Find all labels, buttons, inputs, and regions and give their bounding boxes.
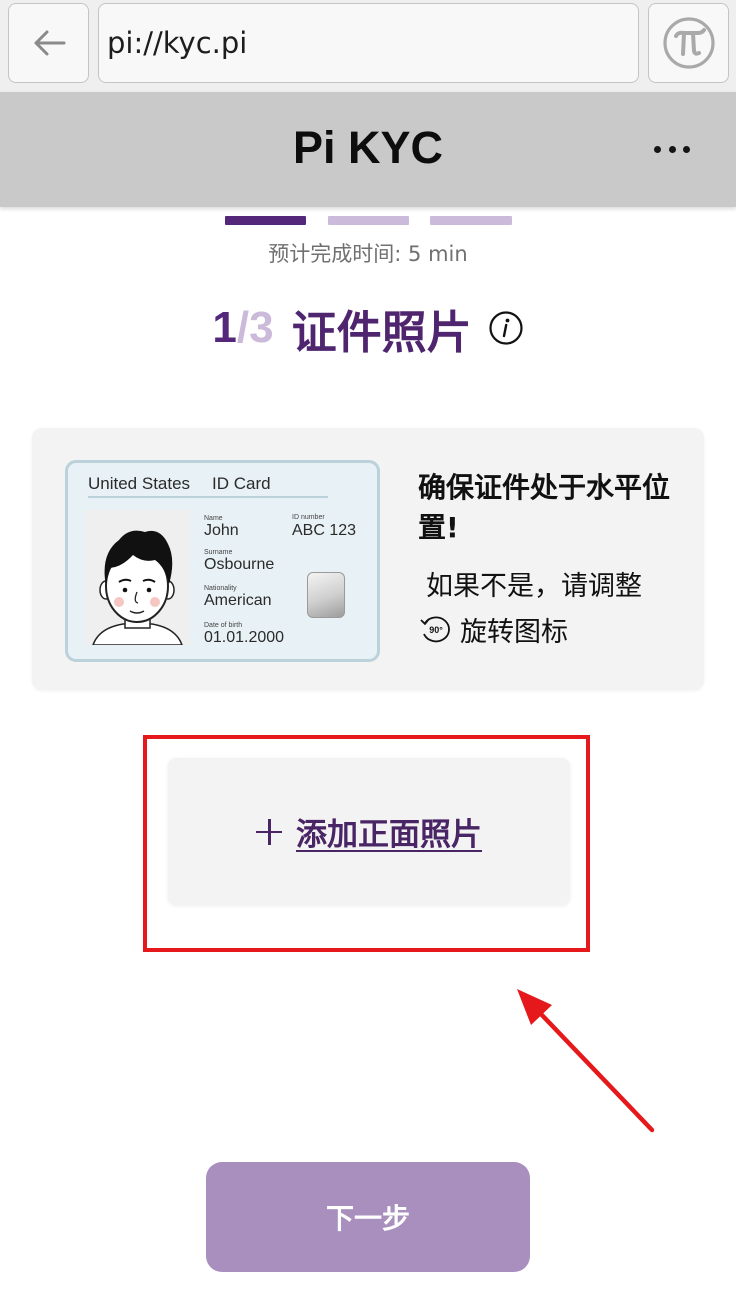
id-card-nationality: American xyxy=(204,592,272,609)
progress-step-2 xyxy=(328,216,409,225)
info-icon[interactable] xyxy=(488,310,524,346)
rotate-badge-text: 90° xyxy=(429,625,443,635)
face-illustration xyxy=(91,530,184,646)
guide-hint-line1: 如果不是，请调整 xyxy=(426,571,642,602)
pi-logo-icon xyxy=(662,17,715,69)
id-card-number-label: ID number xyxy=(292,514,325,521)
app-header: Pi KYC xyxy=(0,92,736,207)
rotate-90-icon: 90° xyxy=(420,616,450,643)
step-separator: / xyxy=(236,303,250,352)
next-step-button[interactable]: 下一步 xyxy=(206,1162,530,1272)
id-card-surname: Osbourne xyxy=(204,556,275,573)
url-field[interactable]: pi://kyc.pi xyxy=(98,3,639,83)
guide-hint-line2-row: 90° 旋转图标 xyxy=(418,608,690,650)
id-card-divider xyxy=(88,496,328,498)
id-card-chip xyxy=(307,572,345,618)
id-card-number: ABC 123 xyxy=(292,522,357,539)
step-heading: 1 / 3 证件照片 xyxy=(0,298,736,359)
estimated-time: 预计完成时间: 5 min xyxy=(268,242,468,266)
id-card-dob-label: Date of birth xyxy=(204,622,243,629)
pi-browser-button[interactable] xyxy=(648,3,729,83)
guide-instructions: 确保证件处于水平位置! 如果不是，请调整 90° 旋转图标 xyxy=(418,468,690,650)
more-icon[interactable] xyxy=(654,146,690,154)
id-card-name: John xyxy=(204,522,239,539)
step-total: 3 xyxy=(249,303,274,352)
step-current: 1 xyxy=(212,303,237,352)
back-button[interactable] xyxy=(8,3,89,83)
page-title: Pi KYC xyxy=(292,122,444,173)
id-card-name-label: Name xyxy=(204,515,223,522)
next-step-label: 下一步 xyxy=(325,1202,410,1235)
id-card-type: ID Card xyxy=(212,474,271,493)
id-card-dob: 01.01.2000 xyxy=(204,629,285,646)
id-card-surname-label: Surname xyxy=(204,549,233,556)
id-guide-card: United States ID Card Name John ID numbe… xyxy=(32,428,704,690)
guide-heading: 确保证件处于水平位置! xyxy=(418,471,671,544)
id-card-nationality-label: Nationality xyxy=(204,585,237,592)
annotation-highlight-box xyxy=(143,735,590,952)
id-card-country: United States xyxy=(88,474,191,493)
arrow-left-icon xyxy=(34,30,65,56)
progress-step-3 xyxy=(430,216,512,225)
progress-step-1 xyxy=(225,216,306,225)
step-title: 证件照片 xyxy=(291,305,472,359)
url-text: pi://kyc.pi xyxy=(107,26,248,60)
guide-hint-line2: 旋转图标 xyxy=(460,616,568,648)
browser-bar: pi://kyc.pi xyxy=(0,0,736,92)
id-card-photo xyxy=(85,510,190,646)
id-card-illustration: United States ID Card Name John ID numbe… xyxy=(65,460,380,662)
